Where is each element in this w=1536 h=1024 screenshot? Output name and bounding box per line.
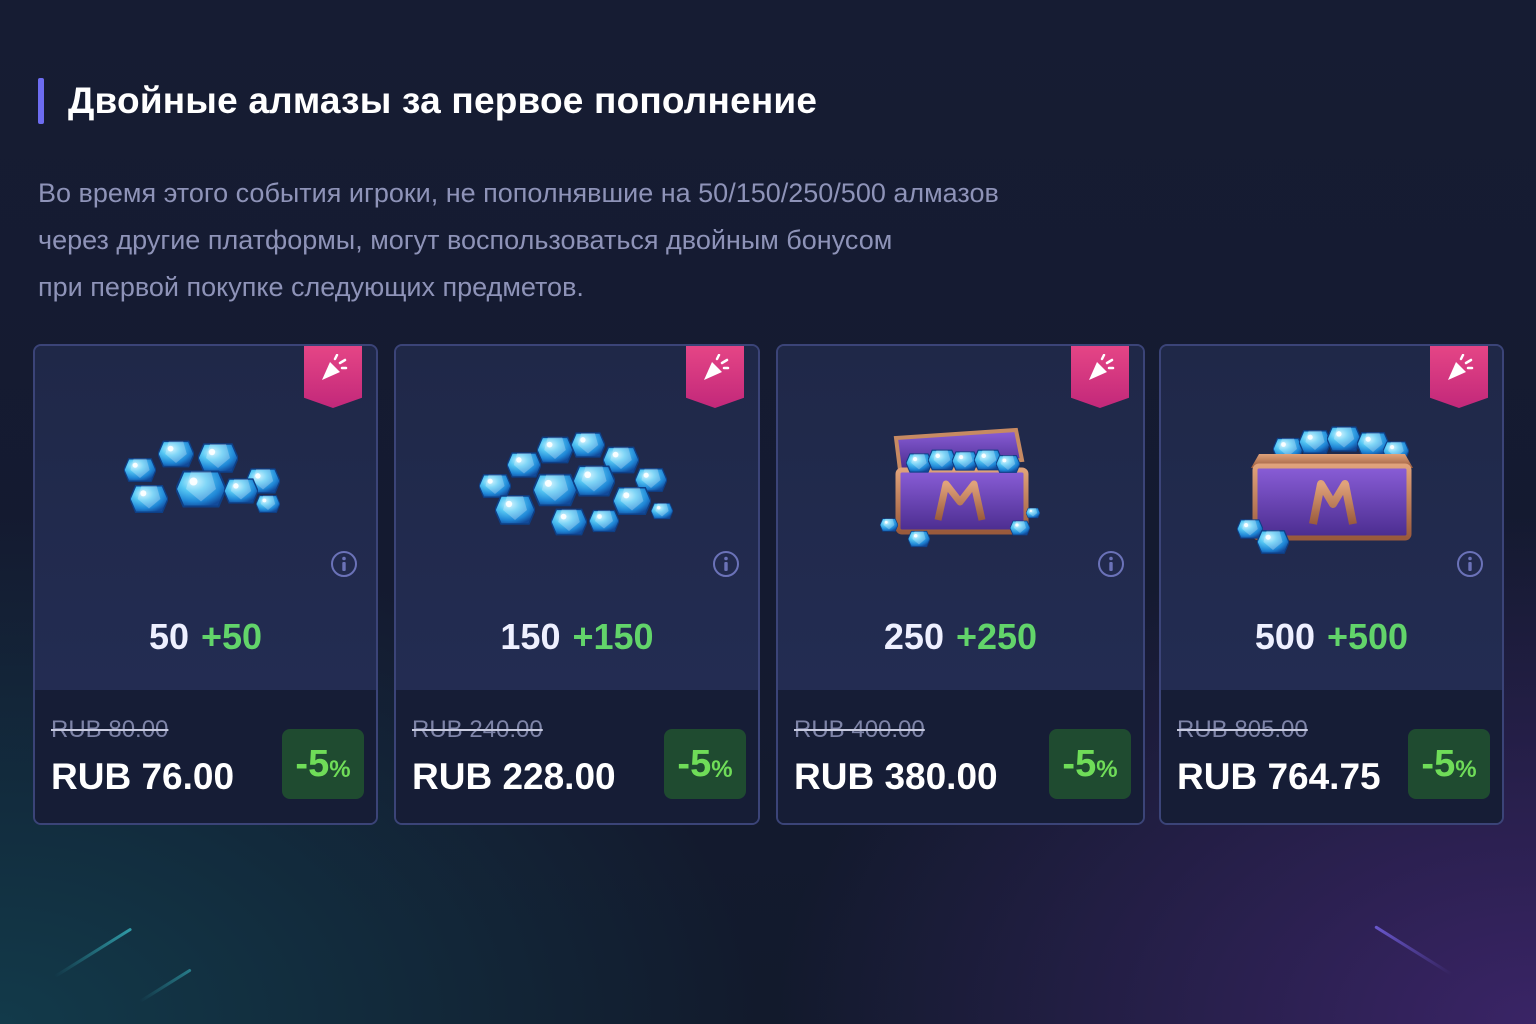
product-card-50[interactable]: 50 +50 RUB 80.00 RUB 76.00 -5% [33,344,378,825]
base-amount: 250 [883,616,944,657]
accent-bar [38,78,44,124]
promo-ribbon [686,346,744,408]
discount-badge: -5% [1049,729,1131,799]
old-price: RUB 240.00 [412,716,543,743]
current-price: RUB 76.00 [51,756,235,797]
promo-ribbon [1071,346,1129,408]
discount-value: -5 [677,742,712,785]
old-price: RUB 80.00 [51,716,169,743]
discount-value: -5 [1421,742,1456,785]
info-icon[interactable] [330,550,358,578]
diamond-amount: 250 +250 [778,616,1143,658]
discount-value: -5 [1062,742,1097,785]
info-icon[interactable] [1456,550,1484,578]
description-line: через другие платформы, могут воспользов… [38,225,893,255]
current-price: RUB 380.00 [794,756,998,797]
decorative-streak [139,968,192,1003]
party-popper-icon [1444,354,1474,384]
full-diamond-chest-icon [1236,426,1413,555]
product-card-500[interactable]: 500 +500 RUB 805.00 RUB 764.75 -5% [1159,344,1504,825]
discount-unit: % [329,756,351,783]
section-title: Двойные алмазы за первое пополнение [68,80,818,121]
current-price: RUB 764.75 [1177,756,1381,797]
decorative-streak [54,927,133,978]
bonus-amount: +150 [572,616,654,657]
party-popper-icon [700,354,730,384]
old-price: RUB 805.00 [1177,716,1308,743]
info-icon[interactable] [712,550,740,578]
diamond-amount: 500 +500 [1161,616,1502,658]
item-art [396,420,758,560]
product-card-150[interactable]: 150 +150 RUB 240.00 RUB 228.00 -5% [394,344,760,825]
party-popper-icon [1085,354,1115,384]
discount-unit: % [1455,756,1477,783]
discount-badge: -5% [282,729,364,799]
large-diamond-pile-icon [479,432,673,536]
info-icon[interactable] [1097,550,1125,578]
item-art [778,420,1143,560]
party-popper-icon [318,354,348,384]
old-price: RUB 400.00 [794,716,925,743]
promo-ribbon [1430,346,1488,408]
section-description: Во время этого события игроки, не пополн… [38,170,1178,311]
discount-badge: -5% [1408,729,1490,799]
product-card-250[interactable]: 250 +250 RUB 400.00 RUB 380.00 -5% [776,344,1145,825]
discount-badge: -5% [664,729,746,799]
bonus-amount: +250 [955,616,1038,657]
bonus-amount: +50 [200,616,263,657]
diamond-amount: 50 +50 [35,616,376,658]
section-header: Двойные алмазы за первое пополнение [38,78,817,124]
base-amount: 150 [500,616,561,657]
base-amount: 50 [148,616,189,657]
small-diamond-pile-icon [123,440,280,514]
base-amount: 500 [1254,616,1315,657]
item-art [1161,420,1502,560]
open-diamond-chest-icon [879,427,1040,548]
promo-ribbon [304,346,362,408]
discount-unit: % [1096,756,1118,783]
current-price: RUB 228.00 [412,756,616,797]
bonus-amount: +500 [1326,616,1409,657]
discount-unit: % [711,756,733,783]
item-art [35,420,376,560]
description-line: Во время этого события игроки, не пополн… [38,178,999,208]
discount-value: -5 [295,742,330,785]
decorative-streak [1374,925,1453,976]
diamond-amount: 150 +150 [396,616,758,658]
description-line: при первой покупке следующих предметов. [38,272,584,302]
